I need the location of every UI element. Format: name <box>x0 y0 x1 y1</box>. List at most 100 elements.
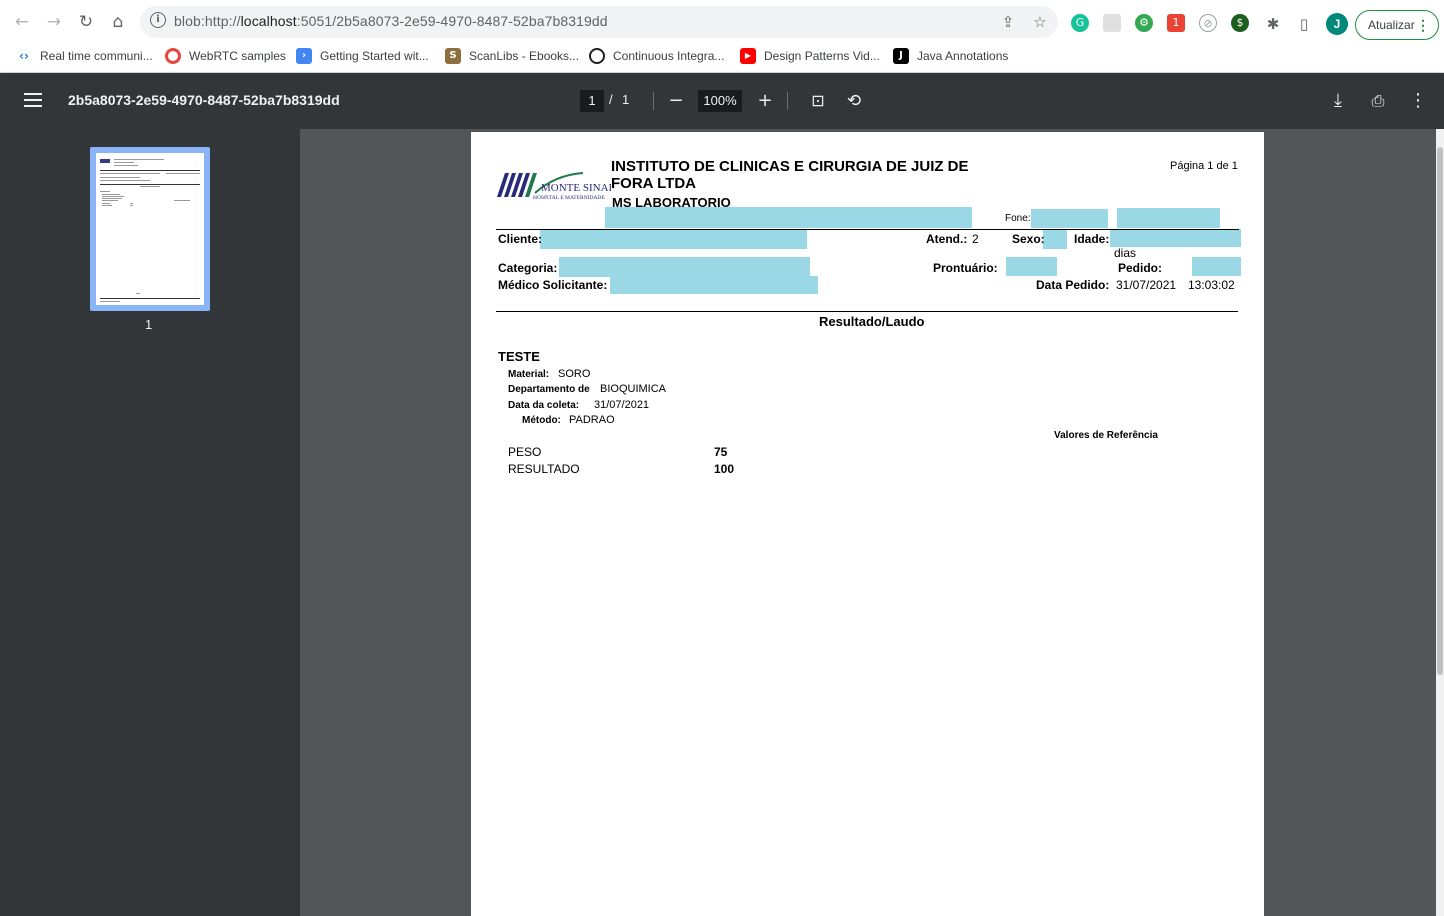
bookmark-label: WebRTC samples <box>189 49 286 63</box>
reference-values-label: Valores de Referência <box>1054 430 1158 441</box>
redaction-block <box>1006 257 1057 276</box>
share-icon[interactable]: ⇪ <box>998 12 1018 32</box>
url-rest: :5051/2b5a8073-2e59-4970-8487-52ba7b8319… <box>296 13 608 29</box>
result-name: RESULTADO <box>508 462 580 476</box>
header-divider <box>496 229 1239 230</box>
youtube-icon: ▶ <box>740 48 756 64</box>
j-icon: J <box>893 48 909 64</box>
data-pedido-label: Data Pedido: <box>1036 278 1110 292</box>
address-url[interactable]: blob:http://localhost:5051/2b5a8073-2e59… <box>174 13 608 29</box>
thumbnail-sidebar: 1 <box>0 129 300 916</box>
bookmark-item[interactable]: › Getting Started wit... <box>296 46 429 66</box>
redaction-block <box>559 257 810 277</box>
arrow-icon: › <box>296 48 312 64</box>
idade-unit: dias <box>1114 246 1137 260</box>
code-icon: ‹› <box>19 49 29 63</box>
extension-gray-icon[interactable] <box>1103 14 1121 32</box>
compass-icon[interactable]: ⊘ <box>1199 14 1217 32</box>
zoom-input[interactable]: 100% <box>698 90 742 112</box>
extension-green-icon[interactable]: ⚙ <box>1135 14 1153 32</box>
page-thumbnail[interactable] <box>90 147 210 311</box>
url-prefix: blob:http:// <box>174 13 241 29</box>
url-host: localhost <box>240 13 297 29</box>
zoom-in-icon[interactable]: + <box>751 87 779 115</box>
pdf-title: 2b5a8073-2e59-4970-8487-52ba7b8319dd <box>68 92 340 108</box>
toolbar-divider <box>787 92 788 110</box>
bookmark-item[interactable]: Continuous Integra... <box>589 46 724 66</box>
redaction-block <box>1117 208 1220 228</box>
institution-name-line1: INSTITUTO DE CLINICAS E CIRURGIA DE JUIZ… <box>611 158 969 175</box>
webrtc-icon <box>165 48 181 64</box>
more-options-icon[interactable]: ⋮ <box>1404 87 1432 115</box>
material-value: SORO <box>558 368 591 380</box>
ci-icon <box>589 48 605 64</box>
hora-pedido-value: 13:03:02 <box>1188 278 1235 292</box>
bookmark-label: Getting Started wit... <box>320 49 429 63</box>
profile-avatar[interactable]: J <box>1326 13 1348 35</box>
logo-text-main: MONTE SINAI <box>541 182 611 194</box>
redaction-block <box>1043 229 1067 249</box>
page-separator: / <box>609 92 613 107</box>
bookmark-label: Continuous Integra... <box>613 49 725 63</box>
bookmark-label: Design Patterns Vid... <box>764 49 880 63</box>
bookmark-item[interactable]: WebRTC samples <box>165 46 286 66</box>
back-icon[interactable]: ← <box>8 8 36 36</box>
vertical-scrollbar[interactable] <box>1436 129 1444 916</box>
home-icon[interactable]: ⌂ <box>104 8 132 36</box>
atend-value: 2 <box>972 232 979 246</box>
bookmarks-bar: ‹› Real time communi... WebRTC samples › G… <box>0 42 1444 70</box>
departamento-label: Departamento de <box>508 384 590 395</box>
forward-icon[interactable]: → <box>40 8 68 36</box>
cliente-label: Cliente: <box>498 232 543 246</box>
redaction-block <box>610 276 818 294</box>
redaction-block <box>1192 257 1241 276</box>
rotate-icon[interactable]: ⟲ <box>840 87 868 115</box>
monte-sinai-logo: MONTE SINAI HOSPITAL E MATERNIDADE <box>497 172 611 201</box>
pdf-toolbar: 2b5a8073-2e59-4970-8487-52ba7b8319dd 1 /… <box>0 73 1444 129</box>
more-menu-icon: ⋮ <box>1416 17 1430 33</box>
grammarly-icon[interactable]: G <box>1071 14 1089 32</box>
zoom-out-icon[interactable]: − <box>662 87 690 115</box>
categoria-label: Categoria: <box>498 261 558 275</box>
page-number-input[interactable]: 1 <box>580 90 604 112</box>
browser-chrome: ← → ↻ ⌂ i blob:http://localhost:5051/2b5… <box>0 0 1444 73</box>
result-value: 75 <box>714 445 728 459</box>
side-panel-icon[interactable]: ▯ <box>1294 14 1314 34</box>
extension-red-icon[interactable]: 1 <box>1167 14 1185 32</box>
result-name: PESO <box>508 445 542 459</box>
redaction-block <box>605 207 972 228</box>
site-info-icon[interactable]: i <box>150 12 166 28</box>
print-icon[interactable]: ⎙ <box>1364 87 1392 115</box>
thumbnail-preview <box>96 153 204 305</box>
page-info: Página 1 de 1 <box>1170 160 1238 172</box>
address-bar[interactable]: i blob:http://localhost:5051/2b5a8073-2e… <box>140 6 1058 38</box>
bookmark-item[interactable]: ‹› Real time communi... <box>16 46 153 66</box>
navigation-row: ← → ↻ ⌂ i blob:http://localhost:5051/2b5… <box>0 4 1444 40</box>
toolbar-divider <box>653 92 654 110</box>
scanlibs-icon: S <box>445 48 461 64</box>
metodo-value: PADRAO <box>569 414 615 426</box>
scrollbar-thumb[interactable] <box>1437 147 1443 675</box>
update-label: Atualizar <box>1368 18 1415 32</box>
bookmark-item[interactable]: ▶ Design Patterns Vid... <box>740 46 880 66</box>
fone-label: Fone: <box>1005 213 1031 224</box>
bookmark-item[interactable]: S ScanLibs - Ebooks... <box>445 46 579 66</box>
section-title: Resultado/Laudo <box>819 314 925 329</box>
menu-icon[interactable] <box>24 93 42 107</box>
bookmark-star-icon[interactable]: ☆ <box>1030 12 1050 32</box>
idade-label: Idade: <box>1074 232 1110 246</box>
dollar-icon[interactable]: $ <box>1231 14 1249 32</box>
download-icon[interactable]: ⤓ <box>1324 87 1352 115</box>
bookmark-item[interactable]: J Java Annotations <box>893 46 1008 66</box>
bookmark-label: ScanLibs - Ebooks... <box>469 49 580 63</box>
institution-name-line2: FORA LTDA <box>611 175 696 192</box>
update-button[interactable]: Atualizar ⋮ <box>1355 10 1439 40</box>
result-value: 100 <box>714 462 735 476</box>
bookmark-label: Java Annotations <box>917 49 1009 63</box>
page-total: 1 <box>622 92 630 107</box>
reload-icon[interactable]: ↻ <box>72 8 100 36</box>
data-pedido-value: 31/07/2021 <box>1116 278 1177 292</box>
coleta-value: 31/07/2021 <box>594 399 650 411</box>
fit-page-icon[interactable]: ⊡ <box>804 87 832 115</box>
extensions-puzzle-icon[interactable]: ✱ <box>1263 14 1283 34</box>
